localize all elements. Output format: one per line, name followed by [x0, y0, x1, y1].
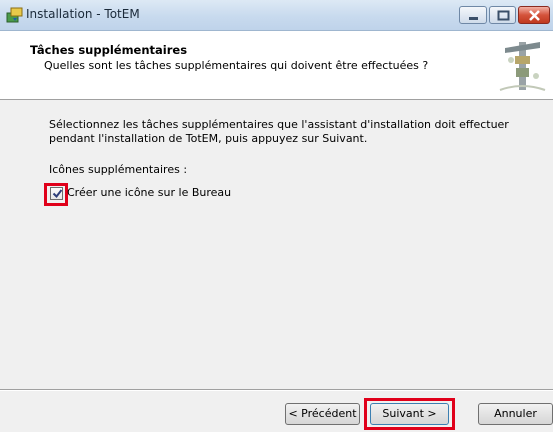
page-subtitle: Quelles sont les tâches supplémentaires …: [44, 59, 429, 72]
task-description: Sélectionnez les tâches supplémentaires …: [49, 118, 509, 145]
installer-icon: [6, 7, 23, 23]
installer-window: Installation - TotEM Tâches supplémentai…: [0, 0, 553, 432]
title-bar[interactable]: Installation - TotEM: [0, 0, 553, 31]
totem-pole-image: [495, 36, 550, 94]
page-title: Tâches supplémentaires: [30, 43, 188, 57]
desktop-icon-checkbox[interactable]: [50, 187, 63, 200]
close-button[interactable]: [518, 6, 550, 24]
desktop-icon-label[interactable]: Créer une icône sur le Bureau: [67, 186, 231, 199]
maximize-button[interactable]: [489, 6, 516, 24]
wizard-header: Tâches supplémentaires Quelles sont les …: [0, 31, 553, 100]
minimize-button[interactable]: [459, 6, 487, 24]
next-button[interactable]: Suivant >: [370, 403, 449, 425]
cancel-button[interactable]: Annuler: [478, 403, 553, 425]
footer-divider: [0, 389, 553, 391]
window-title: Installation - TotEM: [26, 7, 140, 21]
additional-icons-label: Icônes supplémentaires :: [49, 163, 188, 176]
previous-button[interactable]: < Précédent: [285, 403, 360, 425]
